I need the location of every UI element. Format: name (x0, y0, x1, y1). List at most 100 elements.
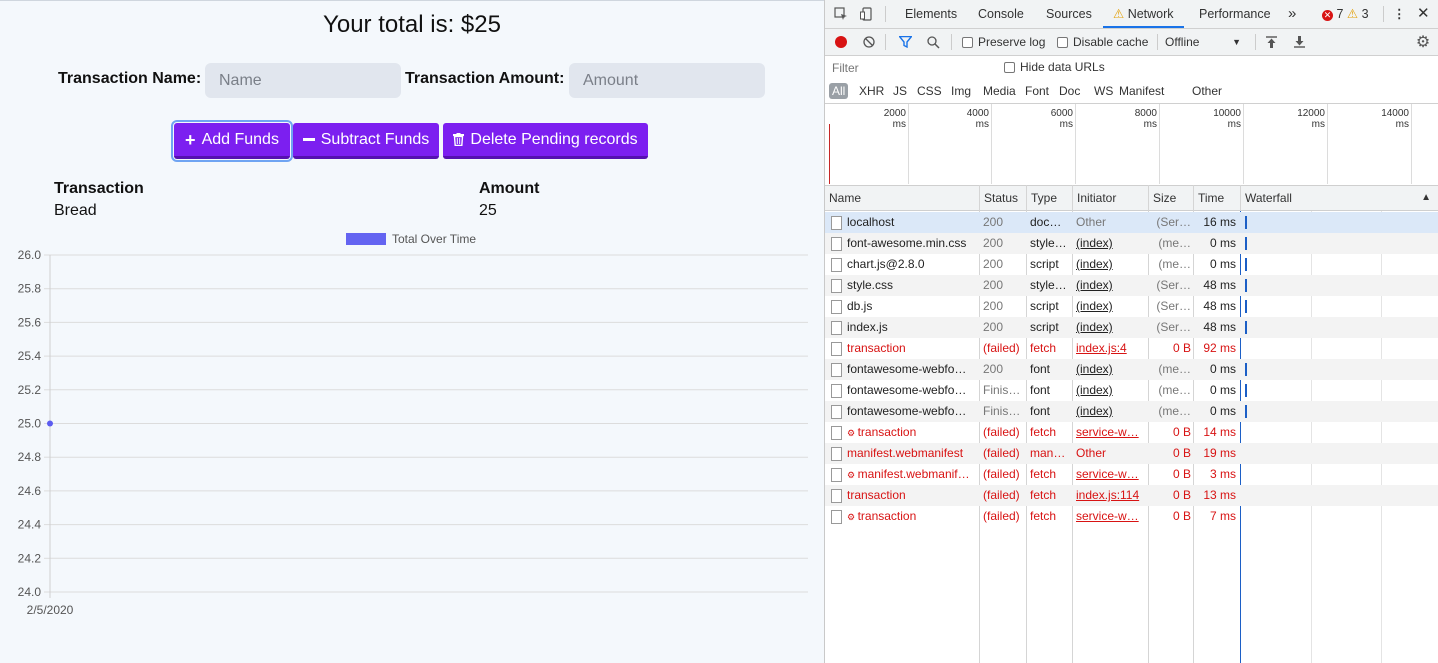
request-name: transaction (847, 485, 977, 506)
request-initiator-text[interactable]: (index) (1076, 236, 1113, 250)
request-size-text: (me… (1158, 257, 1191, 271)
column-status[interactable]: Status (980, 186, 1018, 210)
request-row[interactable]: manifest.webmanifest (failed) man… Other 0 B… (825, 443, 1438, 464)
request-status: (failed) (983, 422, 1025, 443)
tab-network[interactable]: ⚠ Network (1103, 0, 1184, 28)
record-icon[interactable] (833, 34, 849, 50)
request-name-text: fontawesome-webfo… (847, 404, 967, 418)
search-icon[interactable] (925, 34, 941, 50)
request-status: (failed) (983, 485, 1025, 506)
type-filter-manifest[interactable]: Manifest (1119, 83, 1164, 99)
legend-swatch (346, 233, 386, 245)
request-time: 7 ms (1196, 506, 1236, 527)
request-initiator-text[interactable]: (index) (1076, 278, 1113, 292)
transaction-amount-input[interactable] (569, 63, 765, 98)
document-icon (831, 468, 842, 482)
request-time-text: 0 ms (1209, 236, 1236, 250)
tab-sources[interactable]: Sources (1046, 0, 1092, 28)
import-har-icon[interactable] (1263, 34, 1279, 50)
tab-elements[interactable]: Elements (905, 0, 957, 28)
clear-icon[interactable] (861, 34, 877, 50)
request-row[interactable]: index.js 200 script (index) (Ser… 48 ms (825, 317, 1438, 338)
type-filter-css[interactable]: CSS (917, 83, 942, 99)
subtract-funds-button[interactable]: Subtract Funds (293, 123, 439, 159)
type-filter-other[interactable]: Other (1192, 83, 1222, 99)
service-worker-icon: ⚙ (847, 428, 858, 438)
request-time-text: 48 ms (1203, 299, 1236, 313)
request-initiator-text[interactable]: service-w… (1076, 509, 1139, 523)
request-row[interactable]: fontawesome-webfo… Finis… font (index) (me… 0… (825, 401, 1438, 422)
device-toolbar-icon[interactable] (859, 6, 875, 22)
request-initiator-text[interactable]: (index) (1076, 257, 1113, 271)
type-filter-font[interactable]: Font (1025, 83, 1049, 99)
transaction-amount-label: Transaction Amount: (405, 70, 565, 87)
request-initiator-text[interactable]: (index) (1076, 320, 1113, 334)
disable-cache-checkbox[interactable]: Disable cache (1057, 35, 1148, 49)
request-initiator-text[interactable]: (index) (1076, 404, 1113, 418)
request-row[interactable]: ⚙ transaction (failed) fetch service-w… 0 B 1… (825, 422, 1438, 443)
export-har-icon[interactable] (1291, 34, 1307, 50)
request-status: (failed) (983, 506, 1025, 527)
request-status: 200 (983, 359, 1025, 380)
transaction-name-input[interactable] (205, 63, 401, 98)
timeline-gridline (1327, 104, 1328, 184)
timeline-gridline (1159, 104, 1160, 184)
request-initiator-text[interactable]: (index) (1076, 383, 1113, 397)
type-filter-media[interactable]: Media (983, 83, 1016, 99)
request-initiator-text[interactable]: (index) (1076, 362, 1113, 376)
devtools-menu-icon[interactable]: ⋮ (1393, 0, 1406, 28)
column-name[interactable]: Name (825, 186, 861, 210)
request-row[interactable]: fontawesome-webfo… Finis… font (index) (me… 0… (825, 380, 1438, 401)
column-size[interactable]: Size (1149, 186, 1176, 210)
request-row[interactable]: transaction (failed) fetch index.js:4 0 B 92 … (825, 338, 1438, 359)
type-filter-all[interactable]: All (829, 83, 849, 99)
request-row[interactable]: style.css 200 style… (index) (Ser… 48 ms (825, 275, 1438, 296)
column-time[interactable]: Time (1194, 186, 1224, 210)
hide-data-urls-checkbox[interactable]: Hide data URLs (1004, 60, 1105, 74)
request-size: 0 B (1151, 422, 1191, 443)
request-row[interactable]: chart.js@2.8.0 200 script (index) (me… 0 ms (825, 254, 1438, 275)
request-size: (Ser… (1151, 212, 1191, 233)
tab-console[interactable]: Console (978, 0, 1024, 28)
tab-performance[interactable]: Performance (1199, 0, 1271, 28)
request-type: fetch (1030, 464, 1070, 485)
request-row[interactable]: fontawesome-webfo… 200 font (index) (me… 0 ms (825, 359, 1438, 380)
request-row[interactable]: ⚙ transaction (failed) fetch service-w… 0 B 7… (825, 506, 1438, 527)
settings-gear-icon[interactable]: ⚙ (1415, 34, 1431, 51)
request-row[interactable]: db.js 200 script (index) (Ser… 48 ms (825, 296, 1438, 317)
request-initiator-text[interactable]: service-w… (1076, 467, 1139, 481)
type-filter-xhr[interactable]: XHR (859, 83, 884, 99)
more-tabs-icon[interactable]: » (1288, 0, 1296, 28)
type-filter-js[interactable]: JS (893, 83, 907, 99)
throttling-select[interactable]: Offline ▼ (1165, 34, 1243, 51)
request-time: 16 ms (1196, 212, 1236, 233)
preserve-log-checkbox[interactable]: Preserve log (962, 35, 1045, 49)
column-waterfall[interactable]: Waterfall (1241, 186, 1292, 210)
request-initiator-text[interactable]: index.js:4 (1076, 341, 1127, 355)
request-name: ⚙ transaction (847, 506, 977, 527)
type-filter-doc[interactable]: Doc (1059, 83, 1080, 99)
delete-pending-label: Delete Pending records (470, 130, 638, 148)
delete-pending-button[interactable]: Delete Pending records (443, 123, 648, 159)
error-icon: ✕ (1322, 10, 1333, 21)
add-funds-button[interactable]: + Add Funds (171, 120, 293, 162)
sort-ascending-icon[interactable]: ▲ (1421, 192, 1431, 203)
column-initiator[interactable]: Initiator (1073, 186, 1116, 210)
request-row[interactable]: transaction (failed) fetch index.js:114 0 B 1… (825, 485, 1438, 506)
close-devtools-icon[interactable]: ✕ (1417, 0, 1430, 28)
error-count[interactable]: ✕ 7 ⚠ 3 (1322, 0, 1369, 28)
filter-icon[interactable] (897, 34, 913, 50)
request-initiator-text[interactable]: service-w… (1076, 425, 1139, 439)
column-type[interactable]: Type (1027, 186, 1057, 210)
type-filter-ws[interactable]: WS (1094, 83, 1113, 99)
request-initiator-text[interactable]: (index) (1076, 299, 1113, 313)
request-status-text: (failed) (983, 488, 1020, 502)
y-tick-label: 24.8 (18, 450, 42, 464)
inspect-element-icon[interactable] (833, 6, 849, 22)
filter-input[interactable] (829, 59, 992, 77)
request-initiator-text[interactable]: index.js:114 (1076, 488, 1139, 502)
request-row[interactable]: font-awesome.min.css 200 style… (index) (me…… (825, 233, 1438, 254)
type-filter-img[interactable]: Img (951, 83, 971, 99)
request-row[interactable]: localhost 200 doc… Other (Ser… 16 ms (825, 212, 1438, 233)
request-row[interactable]: ⚙ manifest.webmanif… (failed) fetch service… (825, 464, 1438, 485)
